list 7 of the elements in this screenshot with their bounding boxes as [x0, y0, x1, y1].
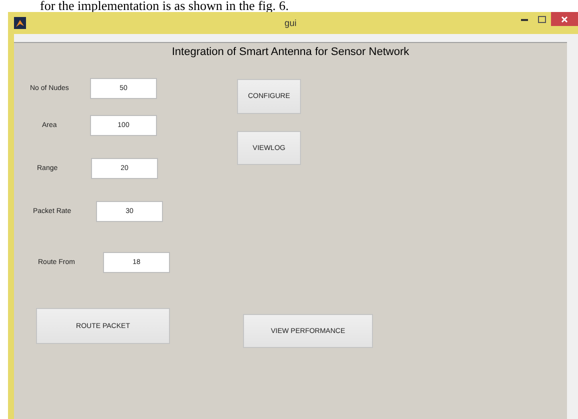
minimize-icon — [520, 18, 528, 20]
panel-title: Integration of Smart Antenna for Sensor Network — [170, 45, 410, 60]
app-icon — [14, 17, 26, 29]
close-button[interactable] — [551, 12, 578, 26]
window-title: gui — [283, 18, 298, 28]
maximize-icon — [538, 16, 546, 22]
close-icon — [561, 16, 568, 22]
